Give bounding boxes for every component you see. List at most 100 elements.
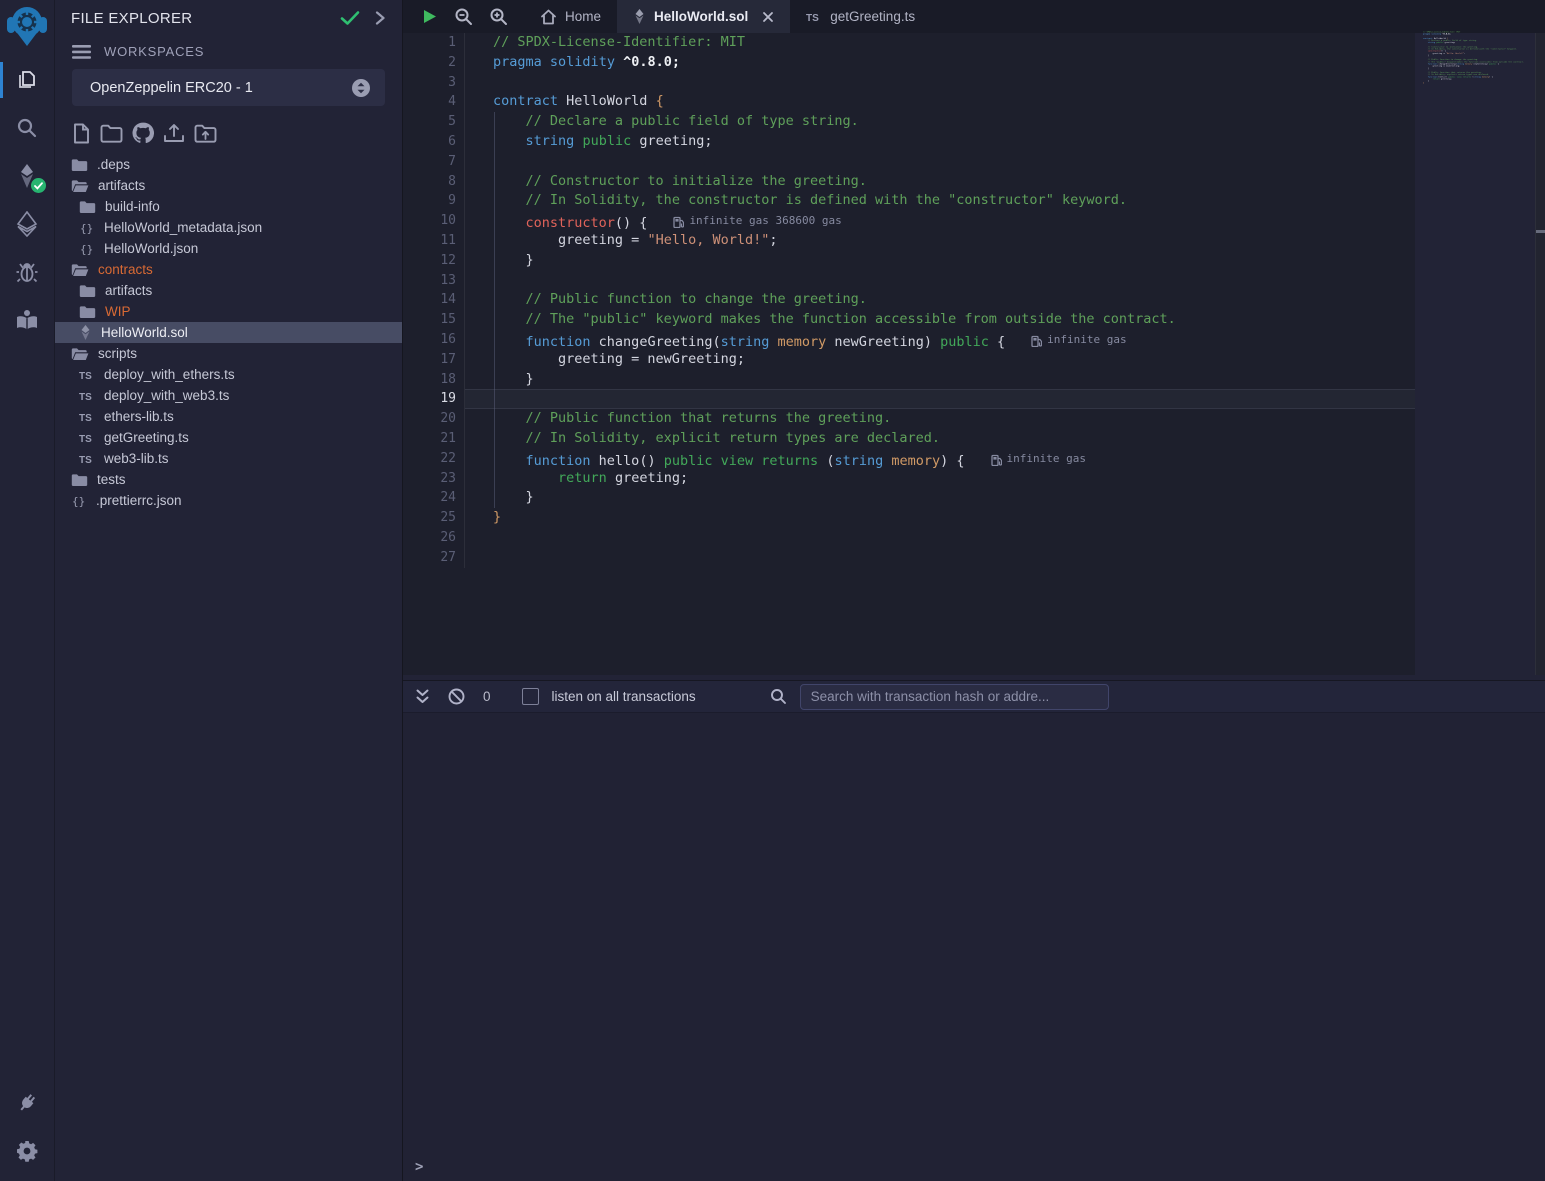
- upload-folder-icon[interactable]: [194, 124, 217, 143]
- line-number: 18: [403, 370, 465, 390]
- code-line-3[interactable]: 3: [403, 73, 1415, 93]
- zoom-in-icon[interactable]: [489, 7, 508, 26]
- tree-item-label: getGreeting.ts: [104, 430, 189, 445]
- tree-item-helloworld-metadata-json[interactable]: {}HelloWorld_metadata.json: [55, 217, 402, 238]
- code-line-27[interactable]: 27: [403, 548, 1415, 568]
- code-line-6[interactable]: 6 string public greeting;: [403, 132, 1415, 152]
- code-line-23[interactable]: 23 return greeting;: [403, 469, 1415, 489]
- editor-tabbar: HomeHelloWorld.solTSgetGreeting.ts: [403, 0, 1545, 33]
- line-number: 7: [403, 152, 465, 172]
- tree-item-build-info[interactable]: build-info: [55, 196, 402, 217]
- code-region[interactable]: 1// SPDX-License-Identifier: MIT2pragma …: [403, 33, 1415, 675]
- updown-circle-icon: [351, 78, 371, 98]
- tree-item-contracts[interactable]: contracts: [55, 259, 402, 280]
- tree-item-getgreeting-ts[interactable]: TSgetGreeting.ts: [55, 427, 402, 448]
- code-line-11[interactable]: 11 greeting = "Hello, World!";: [403, 231, 1415, 251]
- tree-item-helloworld-json[interactable]: {}HelloWorld.json: [55, 238, 402, 259]
- tree-item-artifacts[interactable]: artifacts: [55, 175, 402, 196]
- active-indicator: [0, 62, 3, 98]
- code-line-24[interactable]: 24 }: [403, 488, 1415, 508]
- activity-deploy-run[interactable]: [0, 200, 55, 248]
- activity-solidity-compiler[interactable]: [0, 152, 55, 200]
- minimap[interactable]: // SPDX-License-Identifier: MITpragma so…: [1415, 33, 1535, 675]
- gas-estimate-annotation[interactable]: infinite gas: [991, 449, 1086, 469]
- code-line-9[interactable]: 9 // In Solidity, the constructor is def…: [403, 191, 1415, 211]
- tree-item-wip[interactable]: WIP: [55, 301, 402, 322]
- tree-item-ethers-lib-ts[interactable]: TSethers-lib.ts: [55, 406, 402, 427]
- tab-close-icon[interactable]: [762, 11, 774, 23]
- line-content: // Constructor to initialize the greetin…: [465, 172, 1415, 192]
- activity-plugin-manager[interactable]: [0, 1079, 55, 1127]
- tree-item-tests[interactable]: tests: [55, 469, 402, 490]
- code-line-17[interactable]: 17 greeting = newGreeting;: [403, 350, 1415, 370]
- tab-getgreeting-ts[interactable]: TSgetGreeting.ts: [790, 0, 931, 33]
- activity-debugger[interactable]: [0, 248, 55, 296]
- listen-all-transactions-checkbox[interactable]: [522, 688, 539, 705]
- tree-item-web3-lib-ts[interactable]: TSweb3-lib.ts: [55, 448, 402, 469]
- code-line-12[interactable]: 12 }: [403, 251, 1415, 271]
- tab-home[interactable]: Home: [524, 0, 617, 33]
- terminal-toggle-icon[interactable]: [415, 688, 430, 705]
- learneth-icon: [15, 309, 39, 331]
- terminal-clear-icon[interactable]: [448, 688, 465, 705]
- play-icon[interactable]: [421, 8, 438, 25]
- code-line-20[interactable]: 20 // Public function that returns the g…: [403, 409, 1415, 429]
- code-line-5[interactable]: 5 // Declare a public field of type stri…: [403, 112, 1415, 132]
- workspaces-menu-icon[interactable]: [72, 45, 91, 59]
- ts-icon: TS: [79, 453, 95, 465]
- code-editor[interactable]: 1// SPDX-License-Identifier: MIT2pragma …: [403, 33, 1545, 675]
- tab-helloworld-sol[interactable]: HelloWorld.sol: [617, 0, 790, 33]
- code-line-2[interactable]: 2pragma solidity ^0.8.0;: [403, 53, 1415, 73]
- transaction-search-input[interactable]: [800, 684, 1109, 710]
- code-line-19[interactable]: 19: [403, 389, 1415, 409]
- activity-settings[interactable]: [0, 1127, 55, 1175]
- gas-estimate-annotation[interactable]: infinite gas: [1031, 330, 1126, 350]
- code-line-18[interactable]: 18 }: [403, 370, 1415, 390]
- code-line-8[interactable]: 8 // Constructor to initialize the greet…: [403, 172, 1415, 192]
- workspace-ok-icon[interactable]: [340, 10, 360, 26]
- panel-title: FILE EXPLORER: [71, 10, 192, 27]
- line-content: }: [465, 508, 1415, 528]
- activity-learneth[interactable]: [0, 296, 55, 344]
- activity-search[interactable]: [0, 104, 55, 152]
- gas-estimate-annotation[interactable]: infinite gas 368600 gas: [673, 211, 841, 231]
- tree-item-scripts[interactable]: scripts: [55, 343, 402, 364]
- tree-item-helloworld-sol[interactable]: HelloWorld.sol: [55, 322, 402, 343]
- upload-file-icon[interactable]: [163, 123, 185, 144]
- clone-github-icon[interactable]: [132, 122, 154, 144]
- listen-all-transactions-label: listen on all transactions: [552, 689, 696, 704]
- svg-text:TS: TS: [79, 455, 92, 465]
- folder-closed-icon: [79, 200, 96, 214]
- editor-scrollbar[interactable]: [1535, 33, 1545, 675]
- code-line-13[interactable]: 13: [403, 271, 1415, 291]
- new-folder-icon[interactable]: [100, 124, 123, 143]
- line-content: // SPDX-License-Identifier: MIT: [465, 33, 1415, 53]
- code-line-22[interactable]: 22 function hello() public view returns …: [403, 449, 1415, 469]
- code-line-4[interactable]: 4contract HelloWorld {: [403, 92, 1415, 112]
- line-content: // Public function to change the greetin…: [465, 290, 1415, 310]
- workspace-select[interactable]: OpenZeppelin ERC20 - 1: [72, 69, 385, 106]
- code-line-15[interactable]: 15 // The "public" keyword makes the fun…: [403, 310, 1415, 330]
- tree-item-label: WIP: [105, 304, 131, 319]
- code-line-10[interactable]: 10 constructor() {infinite gas 368600 ga…: [403, 211, 1415, 231]
- code-line-21[interactable]: 21 // In Solidity, explicit return types…: [403, 429, 1415, 449]
- solidity-file-icon: [79, 325, 92, 340]
- file-explorer-icon: [14, 67, 40, 93]
- code-line-25[interactable]: 25}: [403, 508, 1415, 528]
- code-line-14[interactable]: 14 // Public function to change the gree…: [403, 290, 1415, 310]
- tree-item-artifacts[interactable]: artifacts: [55, 280, 402, 301]
- zoom-out-icon[interactable]: [454, 7, 473, 26]
- code-line-1[interactable]: 1// SPDX-License-Identifier: MIT: [403, 33, 1415, 53]
- panel-chevron-right-icon[interactable]: [374, 10, 386, 26]
- tree-item-deploy-with-ethers-ts[interactable]: TSdeploy_with_ethers.ts: [55, 364, 402, 385]
- code-line-16[interactable]: 16 function changeGreeting(string memory…: [403, 330, 1415, 350]
- tree-item--deps[interactable]: .deps: [55, 154, 402, 175]
- terminal-content[interactable]: >: [403, 713, 1545, 1181]
- activity-file-explorer[interactable]: [0, 56, 55, 104]
- code-line-26[interactable]: 26: [403, 528, 1415, 548]
- code-line-7[interactable]: 7: [403, 152, 1415, 172]
- tree-item--prettierrc-json[interactable]: {}.prettierrc.json: [55, 490, 402, 511]
- new-file-icon[interactable]: [72, 123, 91, 144]
- activity-remix-logo[interactable]: [0, 0, 55, 56]
- tree-item-deploy-with-web3-ts[interactable]: TSdeploy_with_web3.ts: [55, 385, 402, 406]
